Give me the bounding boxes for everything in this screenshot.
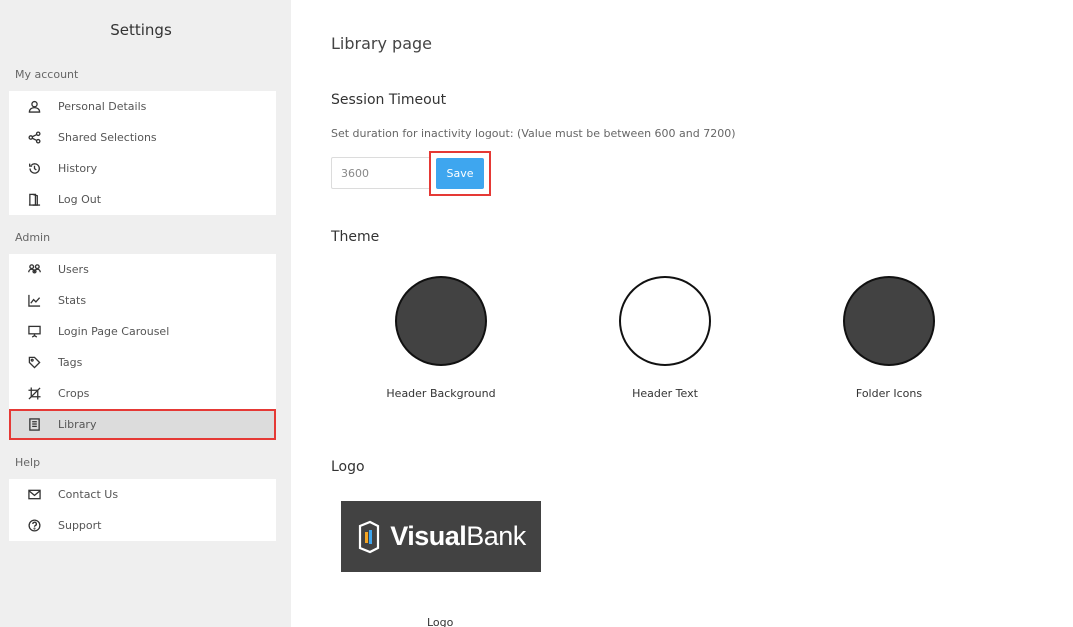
group-label-admin: Admin: [15, 231, 51, 244]
session-timeout-description: Set duration for inactivity logout: (Val…: [331, 127, 736, 140]
help-circle-icon: [27, 519, 41, 533]
header-text-label: Header Text: [632, 387, 698, 400]
session-timeout-input[interactable]: [331, 157, 431, 189]
sidebar-item-label: Library: [58, 418, 97, 431]
visualbank-logo-icon: [359, 520, 380, 553]
logout-icon: [27, 193, 41, 207]
header-background-swatch[interactable]: [395, 276, 487, 366]
sidebar-item-tags[interactable]: Tags: [9, 347, 276, 378]
crop-icon: [27, 387, 41, 401]
mail-icon: [27, 488, 41, 502]
sidebar-item-crops[interactable]: Crops: [9, 378, 276, 409]
sidebar-item-label: Users: [58, 263, 89, 276]
session-timeout-heading: Session Timeout: [331, 92, 447, 108]
sidebar-item-users[interactable]: Users: [9, 254, 276, 285]
logo-caption: Logo: [427, 616, 454, 627]
users-icon: [27, 263, 41, 277]
sidebar-item-personal-details[interactable]: Personal Details: [9, 91, 276, 122]
sidebar-item-login-page-carousel[interactable]: Login Page Carousel: [9, 316, 276, 347]
sidebar: Settings My account Personal Details Sha…: [0, 0, 291, 627]
tag-icon: [27, 356, 41, 370]
group-label-help: Help: [15, 456, 41, 469]
save-button[interactable]: Save: [436, 158, 484, 189]
sidebar-item-label: Log Out: [58, 193, 102, 206]
folder-icons-swatch[interactable]: [843, 276, 935, 366]
header-text-swatch[interactable]: [619, 276, 711, 366]
sidebar-item-stats[interactable]: Stats: [9, 285, 276, 316]
logo-heading: Logo: [331, 459, 365, 475]
theme-heading: Theme: [331, 229, 380, 245]
sidebar-item-library[interactable]: Library: [9, 409, 276, 440]
sidebar-item-label: Stats: [58, 294, 87, 307]
chart-icon: [27, 294, 41, 308]
group-help: Contact Us Support: [9, 479, 276, 541]
header-background-label: Header Background: [386, 387, 496, 400]
user-icon: [27, 100, 41, 114]
main-panel: Library page Session Timeout Set duratio…: [291, 0, 1073, 627]
history-icon: [27, 162, 41, 176]
book-icon: [27, 418, 41, 432]
group-admin: Users Stats Login Page Carousel Tags Cro…: [9, 254, 276, 440]
sidebar-item-label: Tags: [58, 356, 83, 369]
sidebar-item-contact-us[interactable]: Contact Us: [9, 479, 276, 510]
sidebar-item-support[interactable]: Support: [9, 510, 276, 541]
sidebar-item-label: Login Page Carousel: [58, 325, 170, 338]
folder-icons-label: Folder Icons: [855, 387, 923, 400]
sidebar-item-label: Crops: [58, 387, 90, 400]
sidebar-item-label: History: [58, 162, 98, 175]
presentation-icon: [27, 325, 41, 339]
logo-wordmark-bold: Visual: [390, 521, 467, 551]
sidebar-item-label: Shared Selections: [58, 131, 157, 144]
share-icon: [27, 131, 41, 145]
group-my-account: Personal Details Shared Selections Histo…: [9, 91, 276, 215]
page-title: Library page: [331, 34, 432, 53]
logo-wordmark: VisualBank: [390, 521, 526, 552]
sidebar-item-log-out[interactable]: Log Out: [9, 184, 276, 215]
sidebar-item-label: Support: [58, 519, 102, 532]
save-button-highlight: Save: [429, 151, 491, 196]
logo-preview[interactable]: VisualBank: [341, 501, 541, 572]
sidebar-title: Settings: [110, 21, 172, 39]
group-label-my-account: My account: [15, 68, 79, 81]
sidebar-item-shared-selections[interactable]: Shared Selections: [9, 122, 276, 153]
sidebar-item-history[interactable]: History: [9, 153, 276, 184]
logo-wordmark-light: Bank: [466, 521, 526, 551]
sidebar-item-label: Personal Details: [58, 100, 147, 113]
sidebar-item-label: Contact Us: [58, 488, 119, 501]
